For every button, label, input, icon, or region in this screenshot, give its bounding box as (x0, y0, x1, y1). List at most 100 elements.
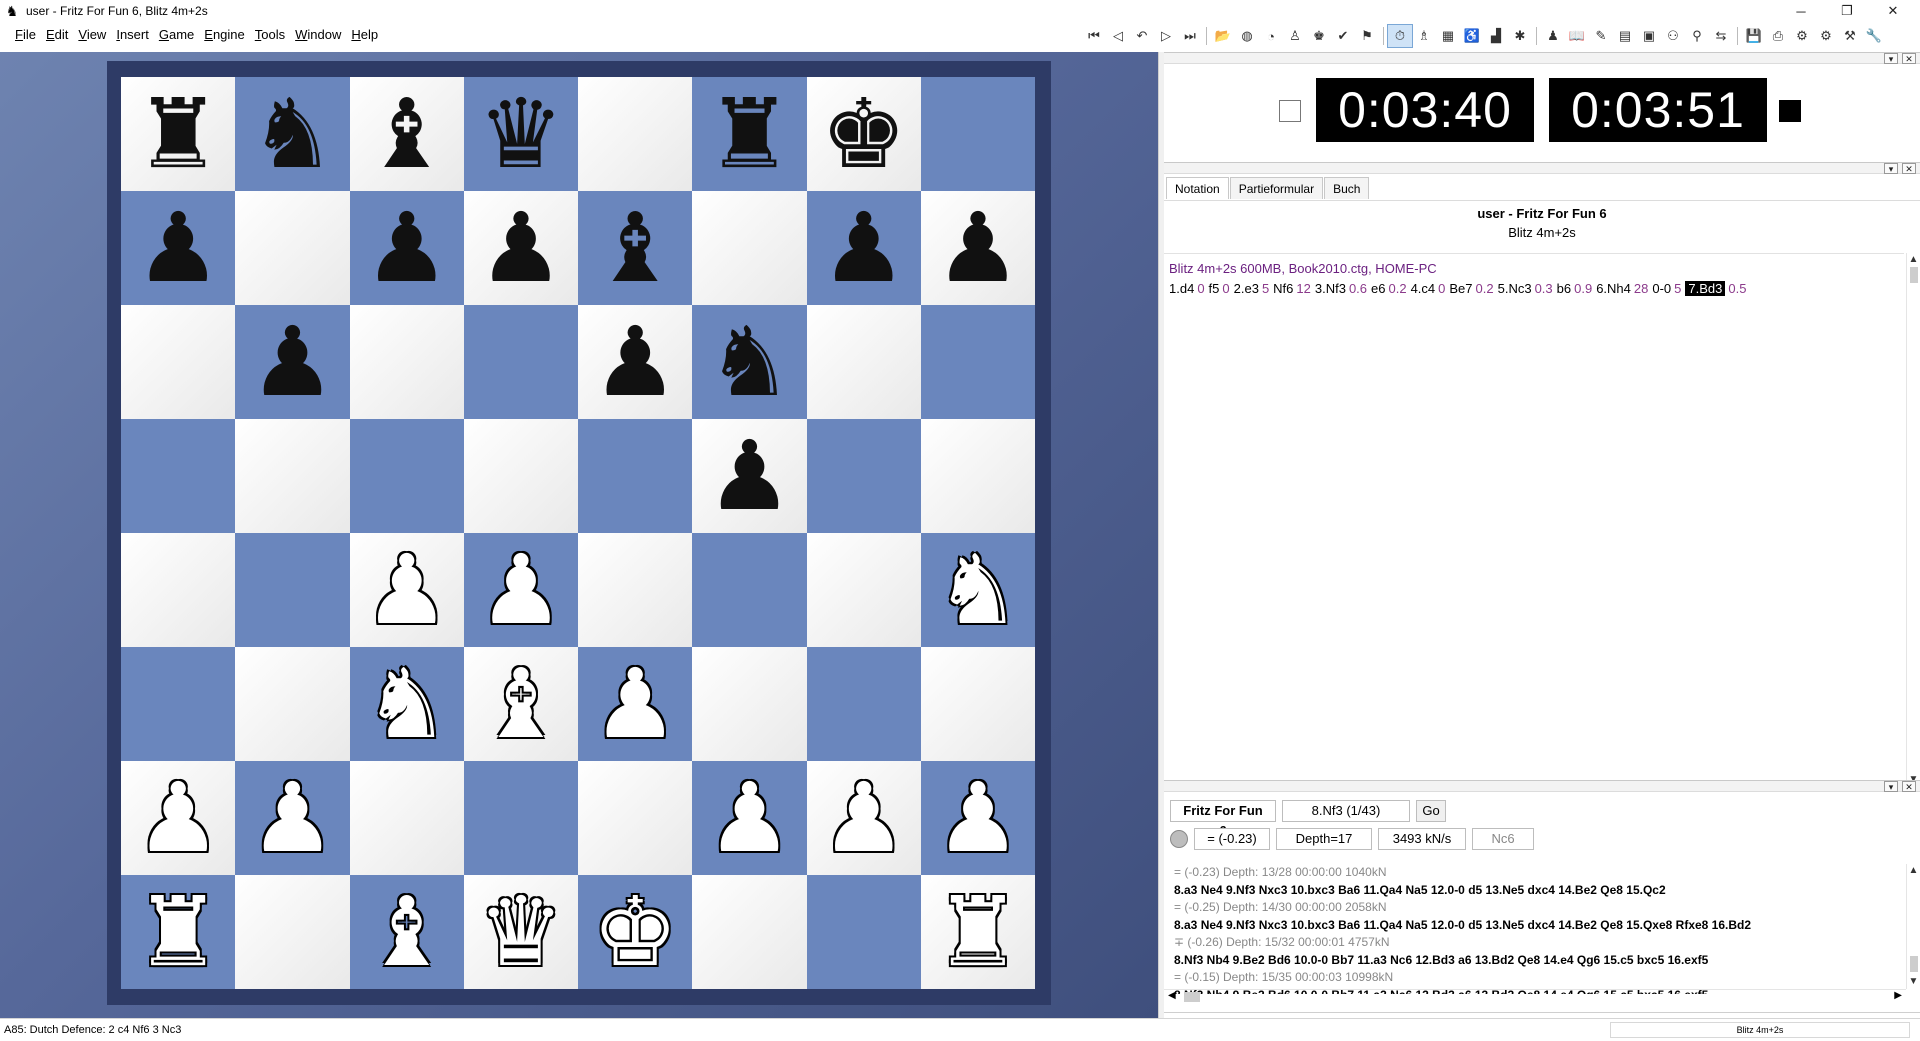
square-c6[interactable] (349, 305, 464, 419)
black-knight[interactable]: ♞ (249, 86, 335, 182)
menu-edit[interactable]: Edit (41, 22, 73, 48)
white-pawn[interactable]: ♟ (592, 656, 678, 752)
black-king[interactable]: ♚ (821, 86, 907, 182)
square-g8[interactable]: ♚ (806, 77, 921, 191)
square-e3[interactable]: ♟ (578, 647, 693, 761)
close-icon[interactable]: ✕ (1902, 53, 1916, 64)
square-f7[interactable] (692, 191, 807, 305)
square-f3[interactable] (692, 647, 807, 761)
square-g4[interactable] (806, 533, 921, 647)
bug-icon[interactable]: ✱ (1508, 25, 1532, 47)
open-folder-icon[interactable]: 📂 (1211, 25, 1235, 47)
menu-engine[interactable]: Engine (199, 22, 249, 48)
square-a1[interactable]: ♜ (121, 875, 236, 989)
move[interactable]: 2.e3 (1234, 281, 1259, 296)
black-pawn[interactable]: ♟ (135, 200, 221, 296)
square-h5[interactable] (920, 419, 1035, 533)
black-rook[interactable]: ♜ (135, 86, 221, 182)
scroll-left-icon[interactable]: ◀ (1168, 990, 1176, 1001)
move[interactable]: 5.Nc3 (1498, 281, 1532, 296)
move[interactable]: e6 (1371, 281, 1385, 296)
square-h6[interactable] (920, 305, 1035, 419)
square-c2[interactable] (349, 761, 464, 875)
chevron-down-icon[interactable]: ▾ (1884, 163, 1898, 174)
square-g3[interactable] (806, 647, 921, 761)
square-c5[interactable] (349, 419, 464, 533)
prev-move-icon[interactable]: ◁ (1106, 25, 1130, 47)
square-f5[interactable]: ♟ (692, 419, 807, 533)
white-queen[interactable]: ♛ (478, 884, 564, 980)
square-b1[interactable] (235, 875, 350, 989)
board-icon[interactable]: ▦ (1436, 25, 1460, 47)
move[interactable]: 4.c4 (1411, 281, 1436, 296)
square-b6[interactable]: ♟ (235, 305, 350, 419)
black-pawn[interactable]: ♟ (478, 200, 564, 296)
square-g5[interactable] (806, 419, 921, 533)
first-move-icon[interactable]: ⏮ (1082, 25, 1106, 47)
square-f4[interactable] (692, 533, 807, 647)
scroll-thumb[interactable] (1910, 956, 1918, 972)
square-d1[interactable]: ♛ (463, 875, 578, 989)
clock-icon[interactable]: ◔ (1259, 25, 1283, 47)
notation-body[interactable]: Blitz 4m+2s 600MB, Book2010.ctg, HOME-PC… (1164, 253, 1904, 787)
square-b8[interactable]: ♞ (235, 77, 350, 191)
engine-variation[interactable]: 8.Nf3 Nb4 9.Be2 Bd6 10.0-0 Bb7 11.a3 Nc6… (1174, 952, 1906, 970)
engine-variation[interactable]: 8.a3 Ne4 9.Nf3 Nxc3 10.bxc3 Ba6 11.Qa4 N… (1174, 917, 1906, 935)
next-move-icon[interactable]: ▷ (1154, 25, 1178, 47)
engine-scrollbar[interactable]: ▲ ▼ (1906, 864, 1920, 989)
white-pawn[interactable]: ♟ (478, 542, 564, 638)
network-icon[interactable]: ⚇ (1661, 25, 1685, 47)
square-h3[interactable] (920, 647, 1035, 761)
square-g7[interactable]: ♟ (806, 191, 921, 305)
wrench-icon[interactable]: 🔧 (1862, 25, 1886, 47)
square-b2[interactable]: ♟ (235, 761, 350, 875)
scroll-right-icon[interactable]: ▶ (1894, 990, 1902, 1001)
settings-icon[interactable]: ⚙ (1790, 25, 1814, 47)
black-bishop[interactable]: ♝ (592, 200, 678, 296)
pawn-icon[interactable]: ♟ (1541, 25, 1565, 47)
globe-icon[interactable]: ◍ (1235, 25, 1259, 47)
square-f8[interactable]: ♜ (692, 77, 807, 191)
analysis-icon[interactable]: ♙ (1283, 25, 1307, 47)
chess-board[interactable]: ♜ ♞ ♝ ♛ ♜ ♚ ♟ ♟ ♟ ♝ ♟ ♟ ♟ ♟ ♞ ♟ ♟ ♟ ♞ ♞ ♝ ♟ ♟ ♟ ♟ ♟ ♟ ♜ ♝ ♛ ♚ ♜ (121, 77, 1035, 989)
square-b7[interactable] (235, 191, 350, 305)
square-d6[interactable] (463, 305, 578, 419)
tab-buch[interactable]: Buch (1324, 177, 1370, 199)
black-knight[interactable]: ♞ (706, 314, 792, 410)
tab-notation[interactable]: Notation (1166, 177, 1229, 199)
square-e2[interactable] (578, 761, 693, 875)
black-bishop[interactable]: ♝ (364, 86, 450, 182)
square-e4[interactable] (578, 533, 693, 647)
check-icon[interactable]: ✔ (1331, 25, 1355, 47)
notation-scrollbar[interactable]: ▲ ▼ (1906, 253, 1920, 787)
square-a3[interactable] (121, 647, 236, 761)
white-rook[interactable]: ♜ (135, 884, 221, 980)
move[interactable]: 7.Bd3 (1685, 281, 1726, 296)
black-pawn[interactable]: ♟ (821, 200, 907, 296)
move[interactable]: 3.Nf3 (1315, 281, 1346, 296)
square-f1[interactable] (692, 875, 807, 989)
square-d4[interactable]: ♟ (463, 533, 578, 647)
minimize-icon[interactable]: ─ (1778, 0, 1824, 22)
square-b4[interactable] (235, 533, 350, 647)
square-e8[interactable] (578, 77, 693, 191)
scroll-thumb[interactable] (1910, 267, 1918, 283)
white-knight[interactable]: ♞ (364, 656, 450, 752)
white-pawn[interactable]: ♟ (935, 770, 1021, 866)
square-d8[interactable]: ♛ (463, 77, 578, 191)
menu-game[interactable]: Game (154, 22, 199, 48)
save-icon[interactable]: 💾 (1742, 25, 1766, 47)
black-pawn[interactable]: ♟ (706, 428, 792, 524)
black-pawn[interactable]: ♟ (592, 314, 678, 410)
hscroll-thumb[interactable] (1184, 992, 1200, 1002)
print-icon[interactable]: ⎙ (1766, 25, 1790, 47)
square-c8[interactable]: ♝ (349, 77, 464, 191)
pen-icon[interactable]: ✎ (1589, 25, 1613, 47)
square-d7[interactable]: ♟ (463, 191, 578, 305)
square-e1[interactable]: ♚ (578, 875, 693, 989)
square-a7[interactable]: ♟ (121, 191, 236, 305)
square-a6[interactable] (121, 305, 236, 419)
pieces-icon[interactable]: ♗ (1412, 25, 1436, 47)
square-e7[interactable]: ♝ (578, 191, 693, 305)
square-h1[interactable]: ♜ (920, 875, 1035, 989)
